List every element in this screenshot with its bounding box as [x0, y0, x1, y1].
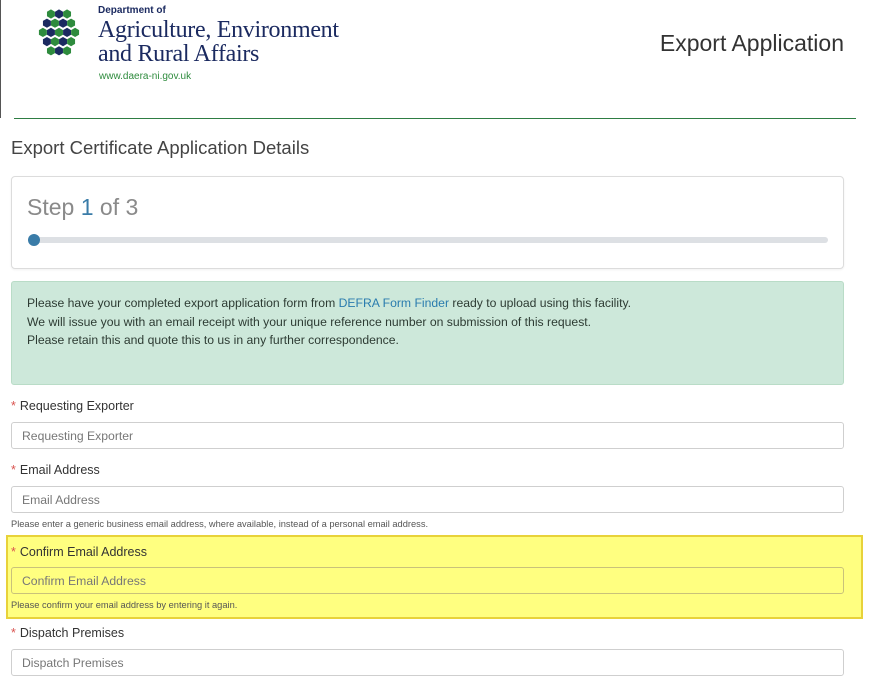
info-line-2: We will issue you with an email receipt … — [27, 314, 592, 329]
required-marker: * — [11, 545, 16, 559]
email-address-input[interactable] — [11, 486, 844, 513]
logo-hexagon — [46, 27, 55, 37]
logo-hexagon — [55, 27, 63, 37]
info-alert: Please have your completed export applic… — [11, 281, 844, 385]
info-line-1-text: Please have your completed export applic… — [27, 296, 339, 310]
logo-hexagon — [55, 46, 63, 56]
logo-hexagon — [59, 37, 68, 47]
daera-hexagon-logo-icon — [38, 9, 80, 56]
app-title: Export Application — [659, 30, 844, 56]
logo-hexagon — [46, 9, 55, 19]
daera-logo[interactable]: Department of Agriculture, Environment a… — [26, 0, 351, 96]
logo-hexagon — [63, 46, 72, 56]
logo-hexagon — [50, 37, 59, 47]
logo-hexagon — [38, 27, 47, 37]
info-line-1: Please have your completed export applic… — [27, 294, 828, 313]
email-address-label: * Email Address — [11, 463, 100, 477]
dispatch-premises-label: * Dispatch Premises — [11, 626, 124, 640]
logo-hexagon — [63, 9, 72, 19]
dispatch-premises-input[interactable] — [11, 649, 844, 676]
info-line-1-tail: ready to upload using this facility. — [449, 296, 632, 310]
step-indicator: Step 1 of 3 — [27, 194, 138, 221]
progress-bar — [28, 234, 828, 246]
required-marker: * — [11, 399, 16, 413]
site-header: Department of Agriculture, Environment a… — [14, 0, 856, 119]
logo-hexagon — [50, 18, 59, 28]
dispatch-premises-label-text: Dispatch Premises — [19, 626, 125, 640]
window-frame-edge — [0, 0, 1, 118]
step-current-number: 1 — [80, 194, 94, 220]
requesting-exporter-input[interactable] — [11, 422, 844, 449]
requesting-exporter-label-text: Requesting Exporter — [19, 399, 134, 413]
logo-title-line1: Agriculture, Environment — [98, 17, 339, 43]
logo-hexagon — [67, 18, 76, 28]
logo-hexagon — [55, 9, 63, 19]
logo-title-line2: and Rural Affairs — [98, 41, 260, 67]
logo-hexagon — [59, 18, 68, 28]
confirm-email-label: * Confirm Email Address — [11, 545, 147, 559]
logo-hexagon — [71, 27, 80, 37]
requesting-exporter-label: * Requesting Exporter — [11, 399, 134, 413]
confirm-email-input[interactable] — [11, 567, 844, 594]
logo-hexagon — [46, 46, 55, 56]
logo-url: www.daera-ni.gov.uk — [99, 71, 192, 82]
email-address-label-text: Email Address — [19, 463, 100, 477]
step-suffix: of 3 — [93, 194, 139, 220]
logo-hexagon — [63, 27, 72, 37]
step-progress-panel: Step 1 of 3 — [11, 176, 844, 269]
confirm-email-help-text: Please confirm your email address by ent… — [11, 600, 238, 610]
step-prefix: Step — [27, 194, 81, 220]
required-marker: * — [11, 626, 16, 640]
info-line-3: Please retain this and quote this to us … — [27, 333, 399, 347]
logo-dept-of: Department of — [98, 5, 166, 16]
progress-marker — [28, 234, 40, 246]
defra-form-finder-link[interactable]: DEFRA Form Finder — [339, 296, 449, 310]
page-title: Export Certificate Application Details — [11, 137, 310, 158]
required-marker: * — [11, 463, 16, 477]
logo-hexagon — [42, 37, 51, 47]
email-help-text: Please enter a generic business email ad… — [11, 519, 429, 529]
confirm-email-label-text: Confirm Email Address — [19, 545, 147, 559]
logo-hexagon — [42, 18, 51, 28]
logo-hexagon — [67, 37, 76, 47]
